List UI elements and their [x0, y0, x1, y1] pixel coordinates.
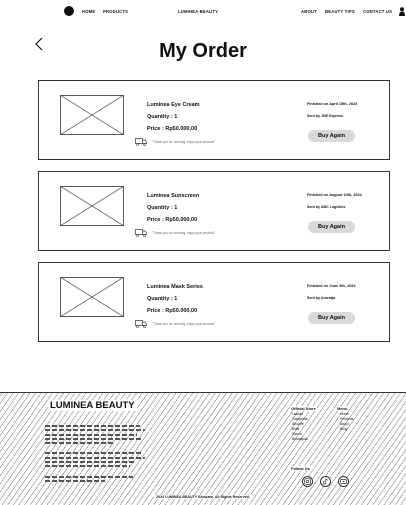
official-store-list: Lazada Tokopedia Shopee Blibli Zalora Bu… [292, 412, 308, 442]
copyright-label: 2024 LUMINEA BEAUTY Skincare. All Rights… [154, 495, 252, 499]
copyright-text: 2024 LUMINEA BEAUTY Skincare. All Rights… [0, 495, 406, 499]
product-image-placeholder [60, 277, 124, 317]
delivery-truck-icon [135, 138, 147, 146]
delivery-truck-icon [135, 229, 147, 237]
product-name: Luminea Eye Cream [147, 102, 200, 108]
product-quantity: Quantity : 1 [147, 205, 178, 211]
follow-us-heading: Follow Us [290, 466, 311, 471]
product-price: Price : Rp50.000,00 [147, 126, 198, 132]
buy-again-button[interactable]: Buy Again [308, 130, 355, 142]
courier-info: Sent by Anteraja [307, 296, 336, 300]
footer-menu-link[interactable]: Blog [340, 427, 353, 432]
order-card: Luminea Sunscreen Quantity : 1 Price : R… [38, 171, 390, 251]
finished-date: Finished on June 9th, 2024 [307, 284, 356, 288]
product-image-placeholder [60, 95, 124, 135]
user-icon[interactable] [399, 7, 405, 16]
delivery-truck-icon [135, 320, 147, 328]
nav-contact[interactable]: CONTACT US [363, 9, 392, 14]
product-name: Luminea Mask Series [147, 284, 203, 290]
footer-menu-list: Home Products About Blog [340, 412, 353, 432]
tiktok-icon[interactable] [320, 476, 331, 487]
product-name: Luminea Sunscreen [147, 193, 200, 199]
thank-you-note: "Thank you for ordering, enjoy your prod… [152, 322, 216, 326]
courier-info: Sent by ABC Logistics [307, 205, 346, 209]
buy-again-button[interactable]: Buy Again [308, 221, 355, 233]
product-quantity: Quantity : 1 [147, 296, 178, 302]
nav-brand[interactable]: LUMINEA BEAUTY [178, 9, 218, 14]
product-image-placeholder [60, 186, 124, 226]
order-card: Luminea Eye Cream Quantity : 1 Price : R… [38, 80, 390, 160]
nav-products[interactable]: PRODUCTS [103, 9, 128, 14]
footer: LUMINEA BEAUTY Official Store Lazada Tok… [0, 392, 406, 505]
footer-brand: LUMINEA BEAUTY [48, 400, 137, 411]
courier-info: Sent by JNE Express [307, 114, 343, 118]
nav-about[interactable]: ABOUT [301, 9, 317, 14]
product-price: Price : Rp50.000,00 [147, 217, 198, 223]
finished-date: Finished on August 10th, 2024 [307, 193, 362, 197]
top-navigation: HOME PRODUCTS LUMINEA BEAUTY ABOUT BEAUT… [0, 0, 406, 18]
thank-you-note: "Thank you for ordering, enjoy your prod… [152, 140, 216, 144]
youtube-icon[interactable] [338, 476, 349, 487]
finished-date: Finished on April 15th, 2024 [307, 102, 358, 106]
thank-you-note: "Thank you for ordering, enjoy your prod… [152, 231, 216, 235]
nav-home[interactable]: HOME [82, 9, 95, 14]
nav-beauty-tips[interactable]: BEAUTY TIPS [325, 9, 355, 14]
buy-again-button[interactable]: Buy Again [308, 312, 355, 324]
product-quantity: Quantity : 1 [147, 114, 178, 120]
footer-about-text [45, 425, 145, 484]
logo-icon[interactable] [64, 6, 74, 16]
instagram-icon[interactable] [302, 476, 313, 487]
menu-heading: Menu [336, 406, 349, 411]
order-card: Luminea Mask Series Quantity : 1 Price :… [38, 262, 390, 342]
page-title: My Order [159, 40, 247, 62]
product-price: Price : Rp50.000,00 [147, 308, 198, 314]
store-link[interactable]: Bukalapak [292, 437, 308, 442]
official-store-heading: Official Store [290, 406, 317, 411]
